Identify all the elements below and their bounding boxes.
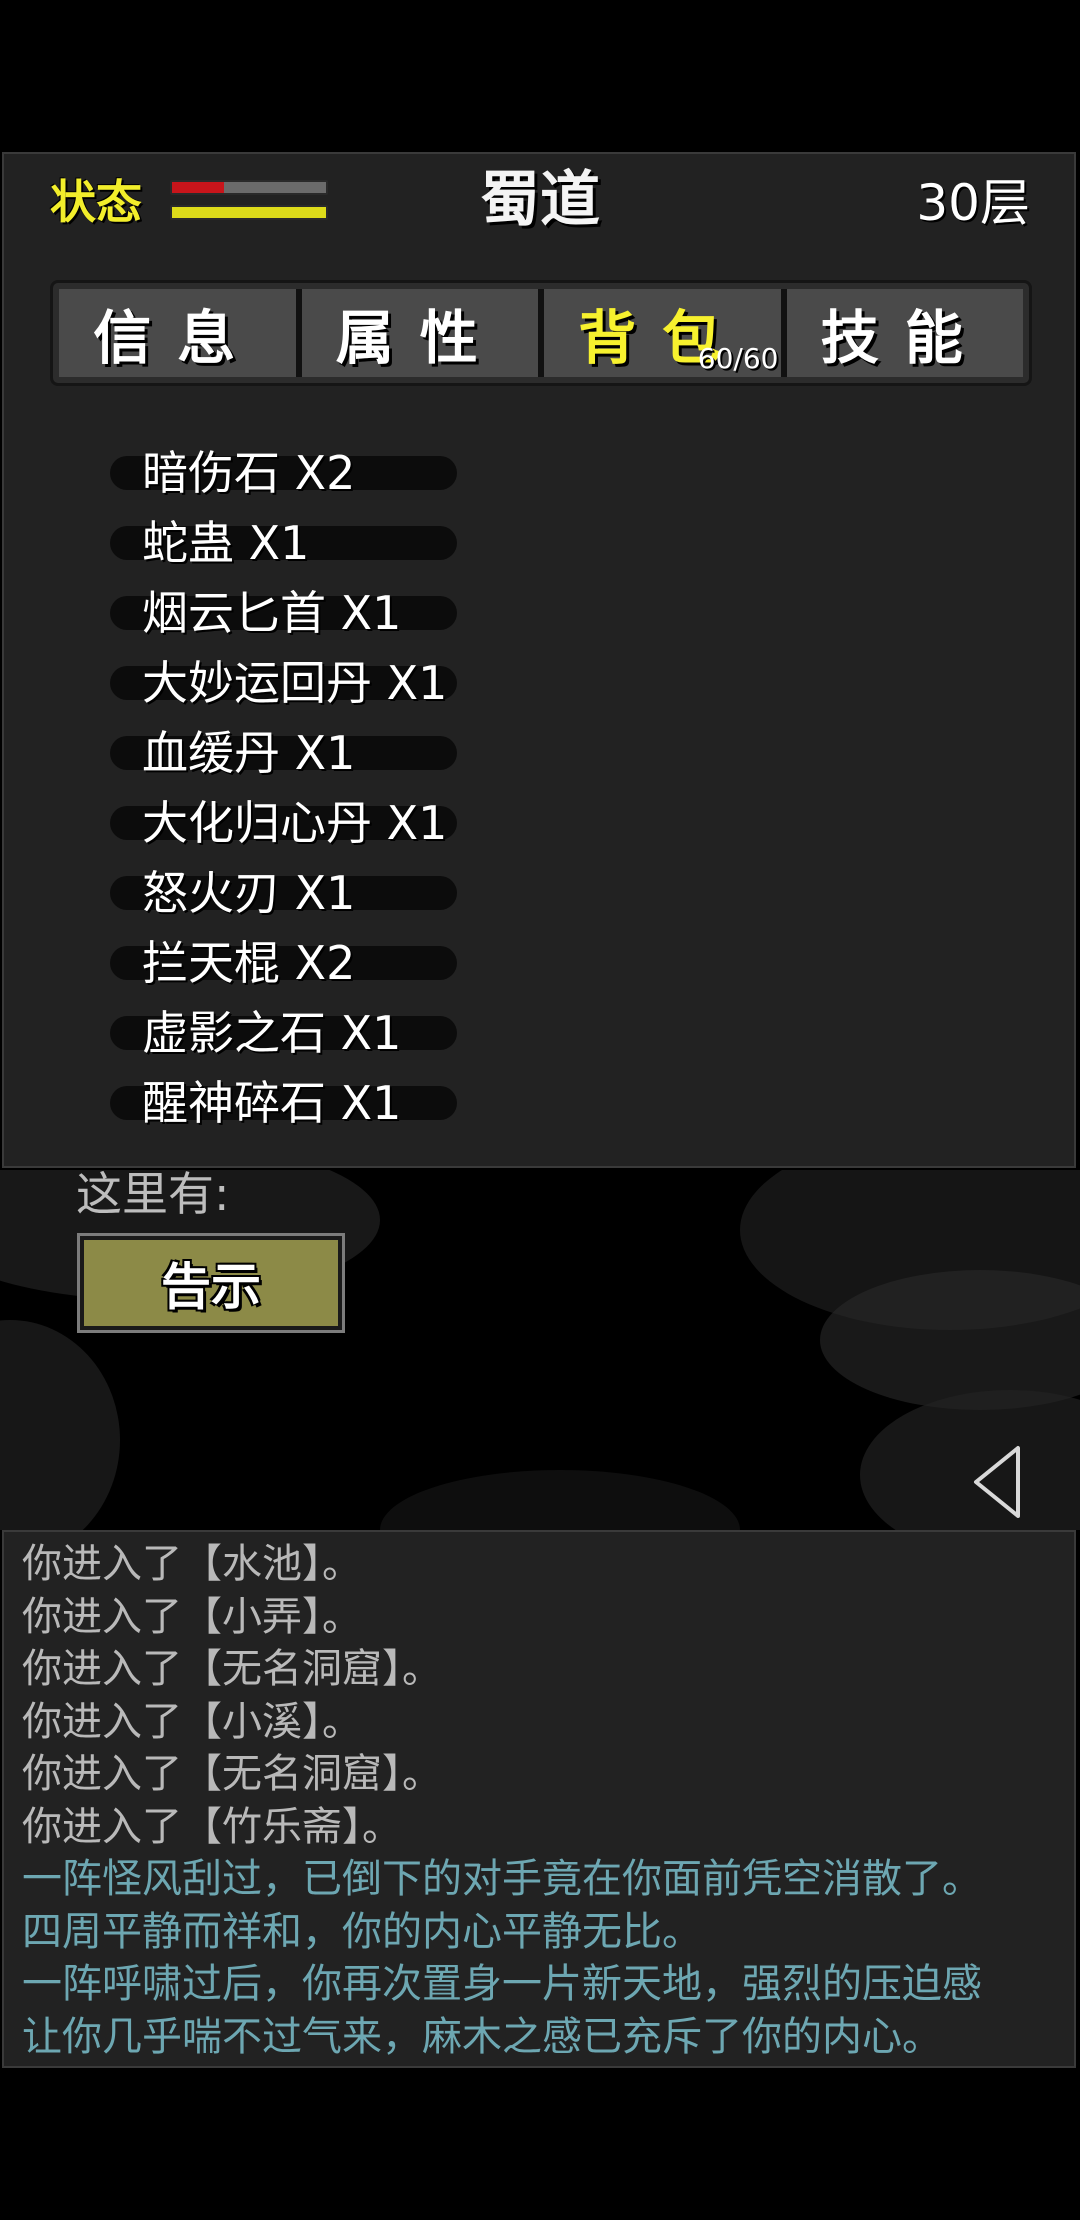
- inventory-item-label: 烟云匕首 X1: [142, 586, 402, 640]
- backpack-capacity: 60/60: [697, 342, 779, 375]
- inventory-list: 暗伤石 X2 蛇蛊 X1 烟云匕首 X1 大妙运回丹 X1 血缓丹 X1 大化归…: [110, 438, 458, 1138]
- log-line: 你进入了【水池】。: [22, 1541, 362, 1587]
- tab-backpack[interactable]: 背包 60/60: [538, 289, 781, 377]
- tab-attributes[interactable]: 属性: [295, 289, 538, 377]
- mist-decoration: [380, 1470, 740, 1530]
- mp-bar: [170, 205, 328, 220]
- inventory-item-label: 拦天棍 X2: [142, 936, 356, 990]
- left-triangle-icon[interactable]: [972, 1442, 1022, 1522]
- inventory-item-label: 蛇蛊 X1: [142, 516, 310, 570]
- log-line: 你进入了【竹乐斋】。: [22, 1803, 402, 1850]
- message-log: 你进入了【水池】。 你进入了【小弄】。 你进入了【无名洞窟】。 你进入了【小溪】…: [2, 1530, 1076, 2068]
- log-line: 你进入了【小弄】。: [22, 1593, 362, 1640]
- inventory-item[interactable]: 醒神碎石 X1: [110, 1068, 458, 1138]
- log-line: 一阵怪风刮过，已倒下的对手竟在你面前凭空消散了。: [22, 1856, 982, 1902]
- inventory-item-label: 怒火刃 X1: [142, 866, 356, 920]
- inventory-item-label: 暗伤石 X2: [142, 446, 356, 500]
- inventory-item[interactable]: 大化归心丹 X1: [110, 788, 458, 858]
- notice-button[interactable]: 告示: [77, 1233, 345, 1333]
- log-line: 你进入了【小溪】。: [22, 1698, 362, 1745]
- inventory-item-label: 大化归心丹 X1: [142, 796, 448, 850]
- inventory-item-label: 虚影之石 X1: [142, 1006, 402, 1060]
- log-line: 让你几乎喘不过气来，麻木之感已充斥了你的内心。: [22, 2013, 942, 2060]
- inventory-item[interactable]: 烟云匕首 X1: [110, 578, 458, 648]
- tab-label: 技能: [820, 304, 989, 372]
- log-line: 你进入了【无名洞窟】。: [22, 1751, 442, 1797]
- inventory-item-label: 醒神碎石 X1: [142, 1076, 402, 1130]
- inventory-item[interactable]: 拦天棍 X2: [110, 928, 458, 998]
- floor-label: 30层: [916, 174, 1030, 232]
- inventory-item-label: 血缓丹 X1: [142, 726, 356, 780]
- mist-decoration: [860, 1390, 1080, 1530]
- hp-bar: [170, 180, 328, 195]
- log-line: 四周平静而祥和，你的内心平静无比。: [22, 1908, 702, 1955]
- log-line: 你进入了【无名洞窟】。: [22, 1646, 442, 1692]
- inventory-item[interactable]: 血缓丹 X1: [110, 718, 458, 788]
- tab-label: 属性: [335, 304, 504, 372]
- inventory-item[interactable]: 怒火刃 X1: [110, 858, 458, 928]
- location-title: 蜀道: [480, 165, 600, 235]
- inventory-item[interactable]: 暗伤石 X2: [110, 438, 458, 508]
- tab-skills[interactable]: 技能: [780, 289, 1023, 377]
- inventory-item[interactable]: 蛇蛊 X1: [110, 508, 458, 578]
- status-label: 状态: [50, 175, 142, 229]
- mp-bar-fill: [172, 207, 326, 218]
- tab-label: 信息: [93, 304, 262, 372]
- hp-bar-fill: [172, 182, 225, 193]
- inventory-item[interactable]: 虚影之石 X1: [110, 998, 458, 1068]
- tab-bar: 信息 属性 背包 60/60 技能: [50, 280, 1032, 386]
- inventory-item[interactable]: 大妙运回丹 X1: [110, 648, 458, 718]
- tab-info[interactable]: 信息: [59, 289, 296, 377]
- log-line: 一阵呼啸过后，你再次置身一片新天地，强烈的压迫感: [22, 1961, 982, 2007]
- inventory-item-label: 大妙运回丹 X1: [142, 656, 448, 710]
- here-label: 这里有:: [76, 1167, 230, 1221]
- mist-decoration: [0, 1320, 120, 1530]
